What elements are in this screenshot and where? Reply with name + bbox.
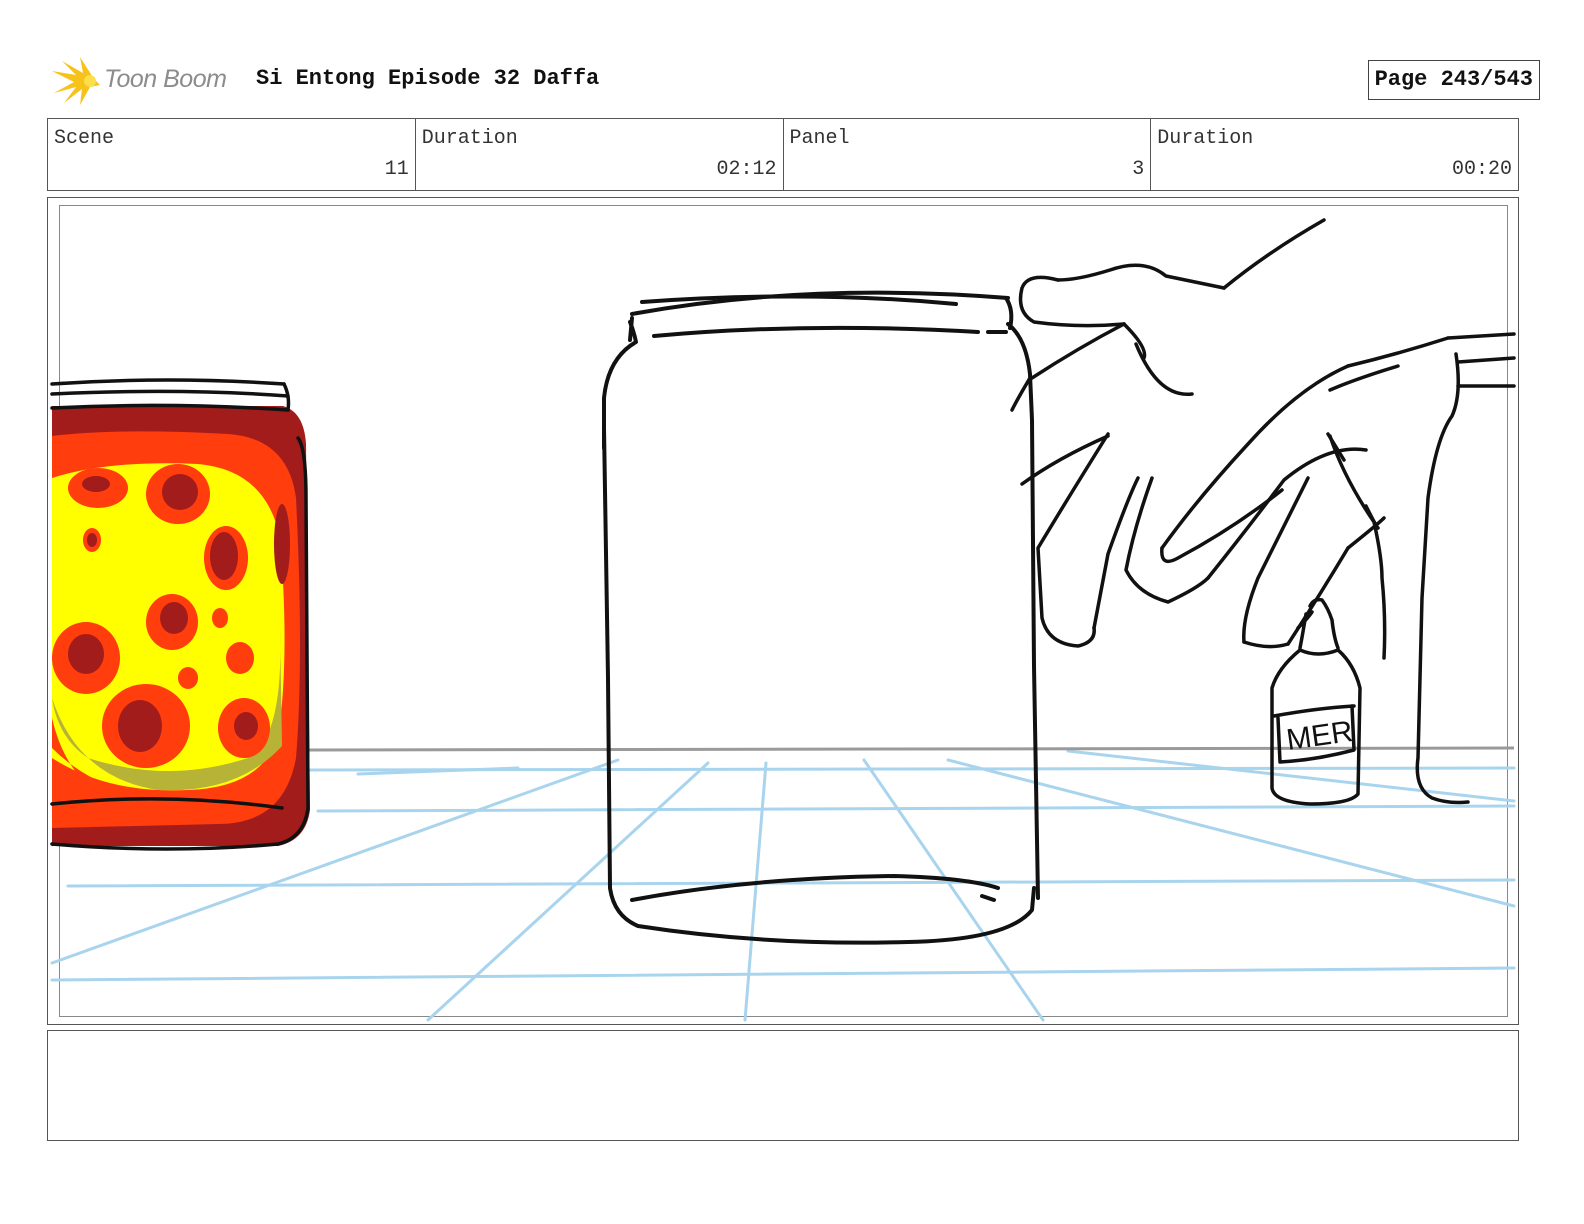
- page-indicator: Page 243/543: [1367, 60, 1540, 100]
- panel-label: Panel: [789, 127, 850, 150]
- scene-duration-value: 02:12: [716, 158, 777, 181]
- storyboard-header: Toon Boom Si Entong Episode 32 Daffa Pag…: [50, 55, 1540, 107]
- reaching-hands: [1010, 218, 1516, 805]
- toon-boom-logo: Toon Boom: [50, 55, 240, 107]
- scene-duration-cell: Duration 02:12: [416, 119, 784, 190]
- panel-value: 3: [1132, 158, 1145, 181]
- scene-info-table: Scene 11 Duration 02:12 Panel 3 Duration…: [47, 118, 1519, 191]
- scene-value: 11: [384, 158, 409, 181]
- logo-text: Toon Boom: [104, 65, 227, 93]
- document-title: Si Entong Episode 32 Daffa: [256, 66, 600, 91]
- filled-jar: [50, 378, 310, 851]
- scene-cell: Scene 11: [48, 119, 416, 190]
- panel-frame: MER: [47, 197, 1519, 1025]
- scene-duration-label: Duration: [421, 127, 518, 150]
- storyboard-drawing: MER: [50, 218, 1516, 1022]
- scene-label: Scene: [54, 127, 115, 150]
- starburst-icon: [52, 57, 100, 105]
- empty-jar-outline: [602, 290, 1040, 945]
- panel-cell: Panel 3: [784, 119, 1152, 190]
- action-notes-box: [47, 1030, 1519, 1141]
- panel-duration-value: 00:20: [1451, 158, 1512, 181]
- panel-duration-label: Duration: [1157, 127, 1254, 150]
- small-bottle: [1270, 597, 1362, 806]
- panel-duration-cell: Duration 00:20: [1151, 119, 1518, 190]
